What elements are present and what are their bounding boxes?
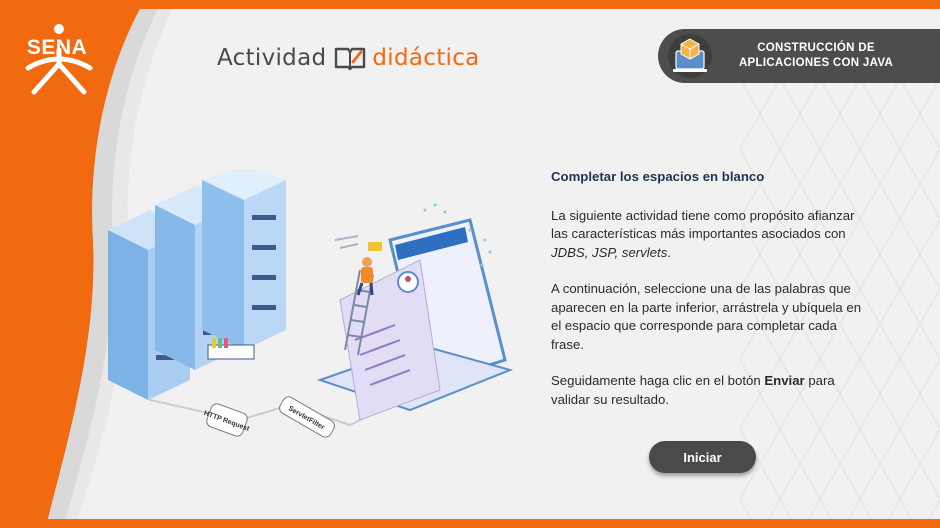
laptop-cube-icon — [668, 34, 712, 78]
instructions-heading: Completar los espacios en blanco — [551, 169, 765, 184]
servers-illustration: HTTP Request ServletFilter — [108, 170, 514, 438]
http-request-tag: HTTP Request — [203, 403, 251, 437]
title-part-1: Actividad — [217, 45, 327, 71]
para3-text: Seguidamente haga clic en el botón — [551, 373, 765, 388]
para1-italic: JDBS, JSP, servlets — [551, 244, 668, 260]
sena-logo — [25, 24, 93, 95]
sena-logo-text: SENA — [26, 36, 88, 59]
para3-bold: Enviar — [764, 373, 805, 388]
instructions: Completar los espacios en blanco La sigu… — [551, 168, 863, 427]
laptop-document — [316, 218, 514, 421]
page-title: Actividad didáctica — [217, 42, 480, 74]
arrow-marks — [334, 235, 359, 249]
book-icon — [335, 47, 366, 71]
course-title-line-2: APLICACIONES CON JAVA — [738, 57, 894, 69]
start-button[interactable]: Iniciar — [649, 441, 756, 473]
instructions-paragraph-1: La siguiente actividad tiene como propós… — [551, 207, 863, 263]
course-banner: CONSTRUCCIÓN DE APLICACIONES CON JAVA — [658, 29, 940, 83]
course-title-line-1: CONSTRUCCIÓN DE — [757, 42, 875, 54]
para1-text: La siguiente actividad tiene como propós… — [551, 207, 855, 242]
instructions-paragraph-2: A continuación, seleccione una de las pa… — [551, 281, 862, 352]
para1-end: . — [667, 244, 671, 260]
course-title: CONSTRUCCIÓN DE APLICACIONES CON JAVA — [716, 41, 916, 71]
instructions-paragraph-3: Seguidamente haga clic en el botón Envia… — [551, 372, 863, 409]
activity-screen: SENA Actividad didáctica CONSTRUCCIÓN DE… — [0, 0, 940, 528]
sticky-note — [368, 242, 382, 251]
title-part-2: didáctica — [372, 45, 480, 71]
server-stack-right — [202, 170, 286, 360]
